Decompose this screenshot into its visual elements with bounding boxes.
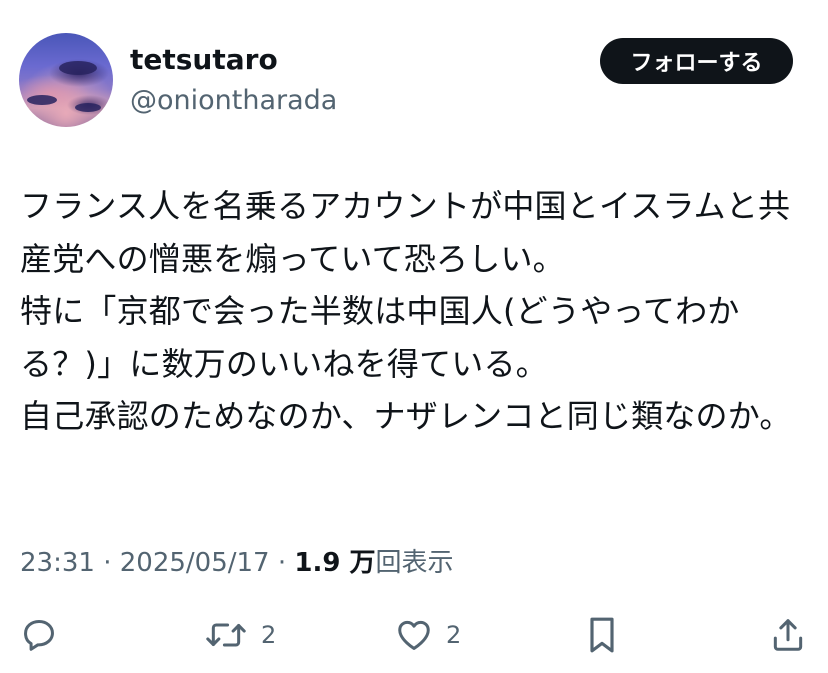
heart-icon xyxy=(398,620,430,650)
reply-icon xyxy=(24,620,54,651)
share-button[interactable] xyxy=(769,610,807,660)
views-label: 回表示 xyxy=(375,548,454,578)
retweet-icon xyxy=(206,623,246,647)
avatar-cloud xyxy=(59,61,97,75)
tweet-time[interactable]: 23:31 xyxy=(20,548,95,578)
user-handle[interactable]: @oniontharada xyxy=(130,84,337,118)
like-count: 2 xyxy=(446,621,462,649)
avatar-cloud xyxy=(75,103,101,112)
retweet-button[interactable]: 2 xyxy=(203,610,276,660)
reply-button[interactable] xyxy=(20,610,70,660)
tweet-date[interactable]: 2025/05/17 xyxy=(120,548,270,578)
follow-button-label: フォローする xyxy=(630,51,763,76)
bookmark-button[interactable] xyxy=(584,610,620,660)
meta-separator: · xyxy=(103,548,112,578)
action-bar: 2 2 xyxy=(0,610,828,660)
follow-button[interactable]: フォローする xyxy=(600,38,793,84)
meta-separator: · xyxy=(277,548,287,578)
tweet-text: フランス人を名乗るアカウントが中国とイスラムと共産党への憎悪を煽っていて恐ろしい… xyxy=(20,187,792,435)
display-name[interactable]: tetsutaro xyxy=(130,42,278,78)
bookmark-icon xyxy=(590,617,614,653)
avatar[interactable] xyxy=(19,33,113,127)
tweet-meta: 23:31 · 2025/05/17 · 1.9 万回表示 xyxy=(20,545,454,581)
share-icon xyxy=(773,619,803,651)
retweet-count: 2 xyxy=(261,621,277,649)
like-button[interactable]: 2 xyxy=(394,610,461,660)
avatar-cloud xyxy=(27,95,57,105)
views-count: 1.9 万 xyxy=(294,548,376,578)
